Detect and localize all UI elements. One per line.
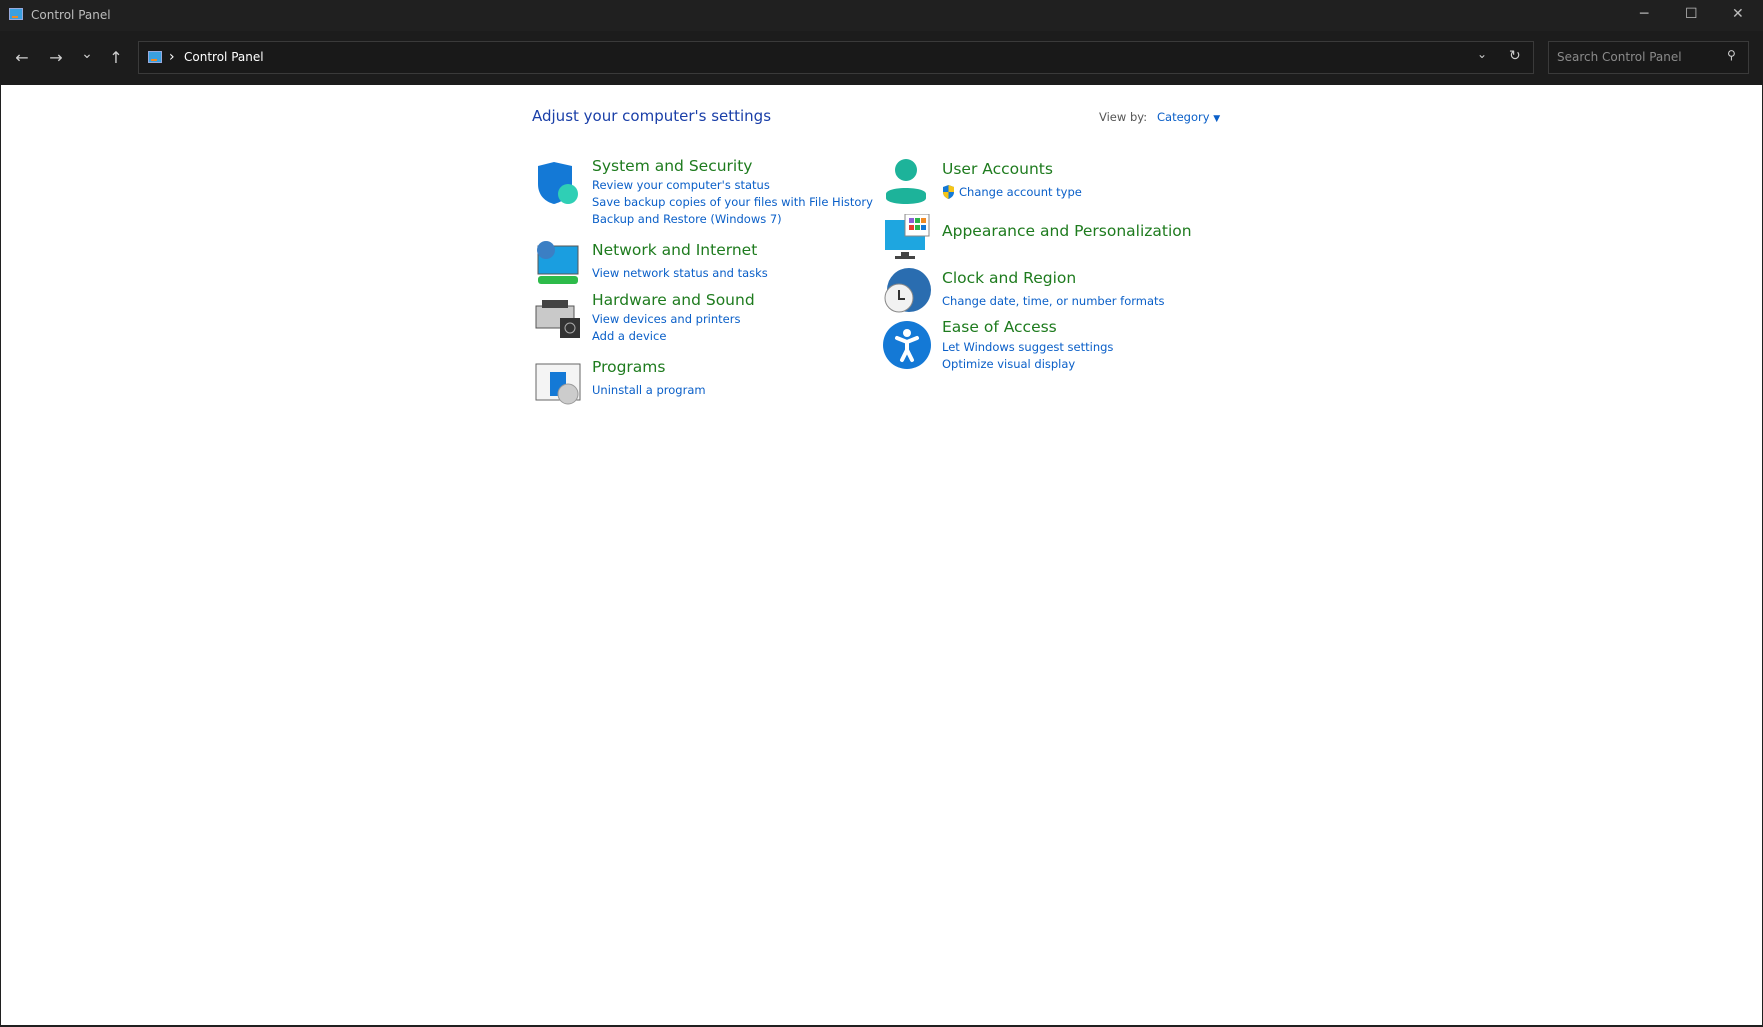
link-optimize-display[interactable]: Optimize visual display [942, 357, 1075, 371]
category-clock-and-region[interactable]: Clock and Region [942, 269, 1076, 287]
up-button[interactable]: ↑ [104, 48, 128, 67]
appearance-icon [885, 214, 930, 259]
link-review-status[interactable]: Review your computer's status [592, 178, 770, 192]
address-bar[interactable]: › Control Panel ⌄ ↻ [138, 41, 1534, 74]
content-area [1, 85, 1762, 1025]
search-box[interactable]: Search Control Panel ⚲ [1548, 41, 1749, 74]
category-appearance-and-personalization[interactable]: Appearance and Personalization [942, 222, 1192, 240]
clock-globe-icon [884, 268, 931, 313]
chevron-down-icon: ▼ [1213, 114, 1221, 124]
programs-icon [535, 363, 581, 405]
link-network-status[interactable]: View network status and tasks [592, 266, 768, 280]
category-programs[interactable]: Programs [592, 358, 665, 376]
category-system-and-security[interactable]: System and Security [592, 157, 752, 175]
maximize-button[interactable]: ☐ [1685, 6, 1698, 22]
link-add-device[interactable]: Add a device [592, 329, 666, 343]
link-date-time-formats[interactable]: Change date, time, or number formats [942, 294, 1165, 308]
shield-icon [538, 162, 578, 204]
refresh-button[interactable]: ↻ [1509, 48, 1521, 64]
search-icon[interactable]: ⚲ [1727, 48, 1736, 62]
back-button[interactable]: ← [10, 48, 34, 67]
control-panel-icon [148, 51, 162, 63]
view-by-value: Category [1157, 110, 1210, 124]
link-uninstall-program[interactable]: Uninstall a program [592, 383, 706, 397]
link-backup-restore[interactable]: Backup and Restore (Windows 7) [592, 212, 782, 226]
user-icon [886, 159, 926, 204]
view-by-label: View by: [1099, 110, 1148, 124]
title-bar: Control Panel ─ ☐ ✕ [0, 0, 1763, 31]
category-user-accounts[interactable]: User Accounts [942, 160, 1053, 178]
link-suggest-settings[interactable]: Let Windows suggest settings [942, 340, 1113, 354]
category-hardware-and-sound[interactable]: Hardware and Sound [592, 291, 755, 309]
network-icon [537, 241, 579, 284]
control-panel-icon [9, 8, 23, 20]
accessibility-icon [883, 321, 931, 369]
printer-icon [535, 300, 580, 338]
search-input[interactable]: Search Control Panel [1557, 50, 1682, 64]
link-file-history[interactable]: Save backup copies of your files with Fi… [592, 195, 873, 209]
breadcrumb-control-panel[interactable]: Control Panel [184, 50, 264, 64]
view-by-dropdown[interactable]: Category ▼ [1157, 110, 1220, 124]
link-change-account-type[interactable]: Change account type [959, 185, 1082, 199]
window-title: Control Panel [31, 8, 111, 22]
breadcrumb-separator: › [169, 49, 175, 65]
recent-locations-button[interactable]: ⌄ [75, 46, 99, 62]
category-network-and-internet[interactable]: Network and Internet [592, 241, 757, 259]
forward-button[interactable]: → [44, 48, 68, 67]
address-dropdown-button[interactable]: ⌄ [1477, 47, 1487, 61]
uac-shield-icon [943, 185, 954, 199]
close-button[interactable]: ✕ [1732, 6, 1744, 22]
minimize-button[interactable]: ─ [1640, 6, 1648, 22]
category-ease-of-access[interactable]: Ease of Access [942, 318, 1057, 336]
page-title: Adjust your computer's settings [532, 107, 772, 125]
link-devices-printers[interactable]: View devices and printers [592, 312, 740, 326]
